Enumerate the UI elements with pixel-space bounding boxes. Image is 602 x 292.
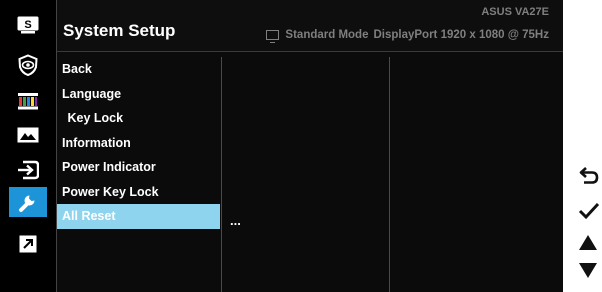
checkmark-icon[interactable]	[578, 200, 602, 222]
shortcut-icon[interactable]	[10, 229, 46, 259]
image-icon[interactable]	[10, 120, 46, 150]
wrench-icon[interactable]	[9, 187, 47, 217]
submenu-value[interactable]: ...	[230, 213, 241, 228]
osd-panel: S System Setup ASUS VA27E Standard Mode …	[0, 0, 563, 292]
menu-item-language[interactable]: Language	[57, 82, 220, 107]
splendid-icon[interactable]: S	[10, 10, 46, 40]
back-arrow-icon[interactable]	[578, 164, 602, 186]
setup-menu: Back Language Key Lock Information Power…	[57, 57, 220, 229]
splendid-icon-label: S	[24, 19, 31, 31]
mode-label: Standard Mode	[285, 29, 369, 41]
page-title: System Setup	[63, 21, 176, 40]
monitor-icon	[266, 30, 280, 43]
model-name: ASUS VA27E	[481, 6, 549, 18]
status-line: Standard Mode DisplayPort 1920 x 1080 @ …	[266, 29, 549, 43]
menu-item-key-lock[interactable]: Key Lock	[57, 106, 220, 131]
menu-item-information[interactable]: Information	[57, 131, 220, 156]
input-select-icon[interactable]	[10, 155, 46, 185]
signal-info: DisplayPort 1920 x 1080 @ 75Hz	[373, 29, 549, 41]
osd-header: System Setup ASUS VA27E Standard Mode Di…	[57, 0, 563, 51]
eye-care-icon[interactable]	[10, 50, 46, 80]
triangle-up-icon[interactable]	[578, 231, 602, 253]
menu-item-power-indicator[interactable]: Power Indicator	[57, 155, 220, 180]
column-divider-2	[389, 57, 390, 292]
triangle-down-icon[interactable]	[578, 260, 602, 282]
color-icon[interactable]	[10, 86, 46, 116]
header-divider	[57, 51, 563, 52]
menu-item-all-reset[interactable]: All Reset	[57, 204, 220, 229]
column-divider-1	[221, 57, 222, 292]
menu-item-power-key-lock[interactable]: Power Key Lock	[57, 180, 220, 205]
category-icon-bar: S	[0, 0, 56, 292]
menu-item-back[interactable]: Back	[57, 57, 220, 82]
